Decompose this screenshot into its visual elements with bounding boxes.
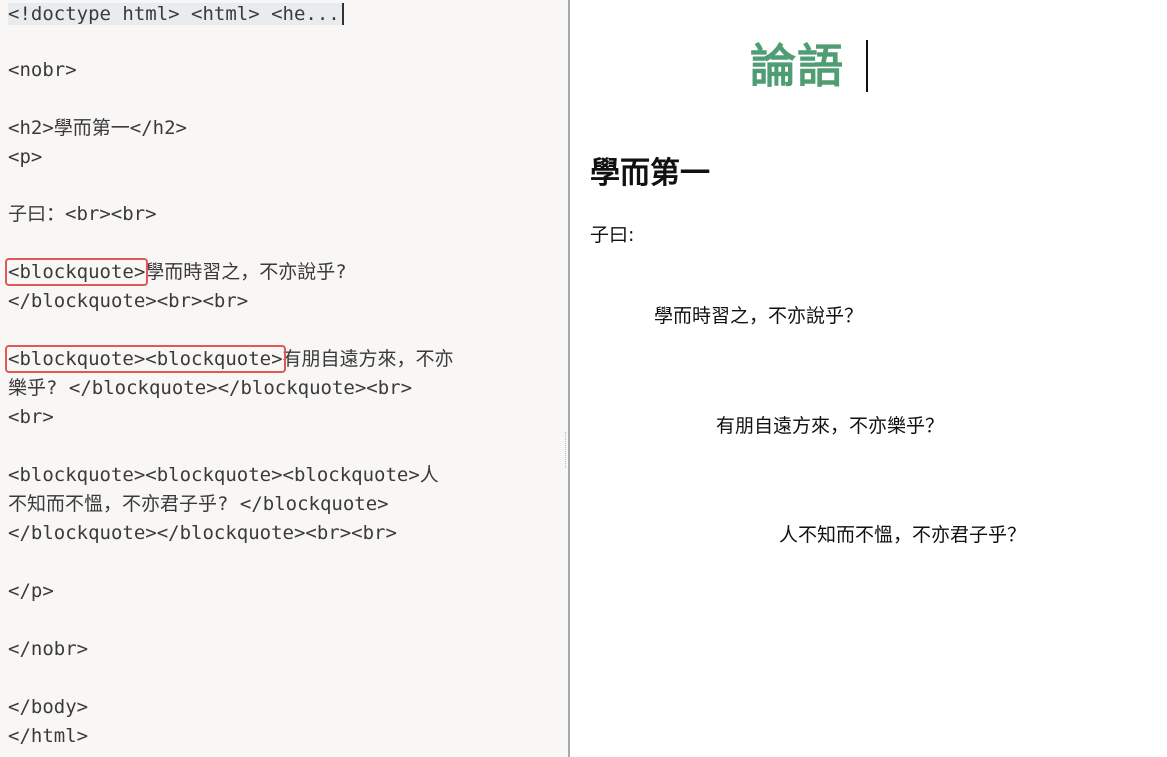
code-line-ziyue[interactable]: 子曰：<br><br> xyxy=(8,200,157,229)
collapsed-head-fold[interactable]: <!doctype html> <html> <he... xyxy=(8,3,344,25)
code-line-nobr-open[interactable]: <nobr> xyxy=(8,56,77,85)
code-line-p-open[interactable]: <p> xyxy=(8,143,42,172)
code-line-bq3-close[interactable]: </blockquote></blockquote><br><br> xyxy=(8,519,397,548)
code-line-nobr-close[interactable]: </nobr> xyxy=(8,635,88,664)
code-editor-pane[interactable]: <!doctype html> <html> <he... <nobr> <h2… xyxy=(0,0,568,757)
preview-quote-2: 有朋自遠方來，不亦樂乎？ xyxy=(716,415,945,437)
code-line-bq1-close[interactable]: </blockquote><br><br> xyxy=(8,287,248,316)
code-line-bq1[interactable]: <blockquote>學而時習之，不亦說乎? xyxy=(4,258,347,287)
preview-pane: 論語 學而第一 子曰: 學而時習之，不亦說乎？ 有朋自遠方來，不亦樂乎？ 人不知… xyxy=(570,0,1167,757)
bq1-text: 學而時習之，不亦說乎? xyxy=(145,261,347,283)
split-view: <!doctype html> <html> <he... <nobr> <h2… xyxy=(0,0,1167,757)
preview-quote-1: 學而時習之，不亦說乎？ xyxy=(654,305,864,327)
bq2-text: 有朋自遠方來，不亦 xyxy=(282,348,454,370)
highlighted-blockquote-tag: <blockquote> xyxy=(4,258,149,286)
code-line-head[interactable]: <!doctype html> <html> <he... xyxy=(8,0,344,29)
splitter-grip[interactable] xyxy=(565,432,567,468)
code-line-h2[interactable]: <h2>學而第一</h2> xyxy=(8,114,187,143)
document-title: 論語 xyxy=(750,39,844,93)
code-line-bq2[interactable]: <blockquote><blockquote>有朋自遠方來，不亦 xyxy=(5,345,454,374)
code-line-bq3-open[interactable]: <blockquote><blockquote><blockquote>人 xyxy=(8,461,439,490)
code-line-bq2-br[interactable]: <br> xyxy=(8,403,54,432)
text-cursor xyxy=(866,40,868,92)
code-line-bq2-cont[interactable]: 樂乎? </blockquote></blockquote><br> xyxy=(8,374,412,403)
preview-ziyue: 子曰: xyxy=(590,224,635,246)
code-line-p-close[interactable]: </p> xyxy=(8,577,54,606)
highlighted-double-blockquote-tag: <blockquote><blockquote> xyxy=(5,345,286,373)
code-line-bq3-text[interactable]: 不知而不慍，不亦君子乎? </blockquote> xyxy=(8,490,389,519)
code-line-html-close[interactable]: </html> xyxy=(8,722,88,751)
preview-quote-3: 人不知而不慍，不亦君子乎？ xyxy=(779,524,1027,546)
preview-heading: 學而第一 xyxy=(590,156,710,191)
code-line-body-close[interactable]: </body> xyxy=(8,693,88,722)
